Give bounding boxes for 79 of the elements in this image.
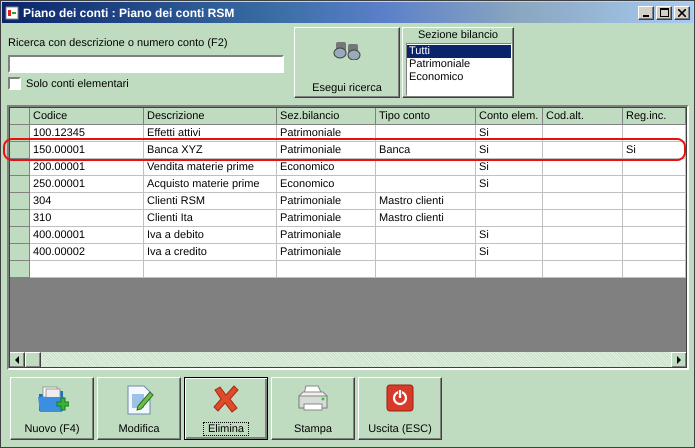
table-cell: Patrimoniale bbox=[280, 229, 342, 241]
table-cell: Mastro clienti bbox=[379, 212, 444, 224]
header-corner bbox=[10, 108, 30, 124]
search-button[interactable]: Esegui ricerca bbox=[294, 27, 400, 98]
table-cell: Patrimoniale bbox=[280, 127, 342, 139]
table-cell: 304 bbox=[33, 195, 52, 207]
horizontal-scrollbar[interactable] bbox=[9, 352, 687, 368]
elementary-checkbox[interactable]: Solo conti elementari bbox=[8, 77, 292, 90]
row-selector[interactable] bbox=[10, 176, 30, 192]
row-selector[interactable] bbox=[10, 260, 30, 278]
row-selector[interactable] bbox=[10, 210, 30, 226]
column-header[interactable]: Conto elem. bbox=[476, 108, 542, 124]
table-cell: Mastro clienti bbox=[379, 195, 444, 207]
column-header[interactable]: Cod.alt. bbox=[542, 108, 622, 124]
right-arrow-icon bbox=[676, 356, 682, 364]
row-selector[interactable] bbox=[10, 142, 30, 158]
table-cell: 400.00001 bbox=[33, 229, 85, 241]
close-button[interactable] bbox=[674, 6, 690, 20]
toolbar-button[interactable]: Uscita (ESC) bbox=[358, 377, 442, 440]
table-cell: Banca bbox=[379, 144, 410, 156]
table-cell: 200.00001 bbox=[33, 161, 85, 173]
table-cell: Clienti RSM bbox=[147, 195, 206, 207]
row-selector[interactable] bbox=[10, 192, 30, 210]
scroll-thumb[interactable] bbox=[25, 352, 41, 368]
scroll-right-button[interactable] bbox=[671, 352, 687, 368]
section-option[interactable]: Patrimoniale bbox=[407, 58, 511, 71]
table-cell: Si bbox=[626, 144, 636, 156]
binoculars-icon bbox=[332, 40, 362, 60]
section-option[interactable]: Tutti bbox=[407, 45, 511, 58]
table-cell: Acquisto materie prime bbox=[147, 178, 260, 190]
close-icon bbox=[678, 8, 686, 16]
table-cell: Si bbox=[479, 144, 489, 156]
column-header[interactable]: Sez.bilancio bbox=[276, 108, 376, 124]
table-cell: Si bbox=[479, 161, 489, 173]
table-cell: Economico bbox=[280, 161, 334, 173]
column-header[interactable]: Codice bbox=[30, 108, 144, 124]
cross-icon bbox=[211, 384, 241, 414]
row-selector[interactable] bbox=[10, 244, 30, 260]
table-cell: Patrimoniale bbox=[280, 246, 342, 258]
row-selector[interactable] bbox=[10, 226, 30, 244]
left-arrow-icon bbox=[14, 356, 20, 364]
table-cell: 250.00001 bbox=[33, 178, 85, 190]
table-cell: Patrimoniale bbox=[280, 195, 342, 207]
search-field[interactable] bbox=[8, 55, 284, 73]
column-header[interactable]: Descrizione bbox=[144, 108, 276, 124]
minimize-icon bbox=[643, 14, 649, 16]
table-cell: Vendita materie prime bbox=[147, 161, 254, 173]
toolbar-button[interactable]: Nuovo (F4) bbox=[10, 377, 94, 440]
table-cell: Patrimoniale bbox=[280, 212, 342, 224]
table-cell: 400.00002 bbox=[33, 246, 85, 258]
table-cell: Patrimoniale bbox=[280, 144, 342, 156]
section-option[interactable]: Economico bbox=[407, 71, 511, 84]
maximize-button[interactable] bbox=[656, 6, 672, 20]
table-cell: 150.00001 bbox=[33, 144, 85, 156]
table-cell: Si bbox=[479, 178, 489, 190]
section-filter-title: Sezione bilancio bbox=[416, 28, 500, 42]
window-title: Piano dei conti : Piano dei conti RSM bbox=[23, 6, 236, 20]
maximize-icon bbox=[660, 8, 668, 17]
table-cell: Banca XYZ bbox=[147, 144, 203, 156]
column-header[interactable]: Tipo conto bbox=[376, 108, 476, 124]
table-cell: Si bbox=[479, 127, 489, 139]
table-cell: Si bbox=[479, 246, 489, 258]
minimize-button[interactable] bbox=[638, 6, 654, 20]
power-icon bbox=[386, 384, 414, 412]
table-cell: Iva a debito bbox=[147, 229, 204, 241]
toolbar-button[interactable]: Stampa bbox=[271, 377, 355, 440]
table-cell: Si bbox=[479, 229, 489, 241]
table-cell: 100.12345 bbox=[33, 127, 85, 139]
column-header[interactable]: Reg.inc. bbox=[622, 108, 686, 124]
toolbar-button[interactable]: Elimina bbox=[184, 377, 268, 440]
toolbar-button[interactable]: Modifica bbox=[97, 377, 181, 440]
scroll-left-button[interactable] bbox=[9, 352, 25, 368]
app-icon bbox=[5, 6, 19, 20]
search-label: Ricerca con descrizione o numero conto (F2) bbox=[8, 37, 228, 51]
table-cell: Economico bbox=[280, 178, 334, 190]
table-cell: Effetti attivi bbox=[147, 127, 201, 139]
table-cell: 310 bbox=[33, 212, 52, 224]
table-cell: Clienti Ita bbox=[147, 212, 193, 224]
table-cell: Iva a credito bbox=[147, 246, 207, 258]
